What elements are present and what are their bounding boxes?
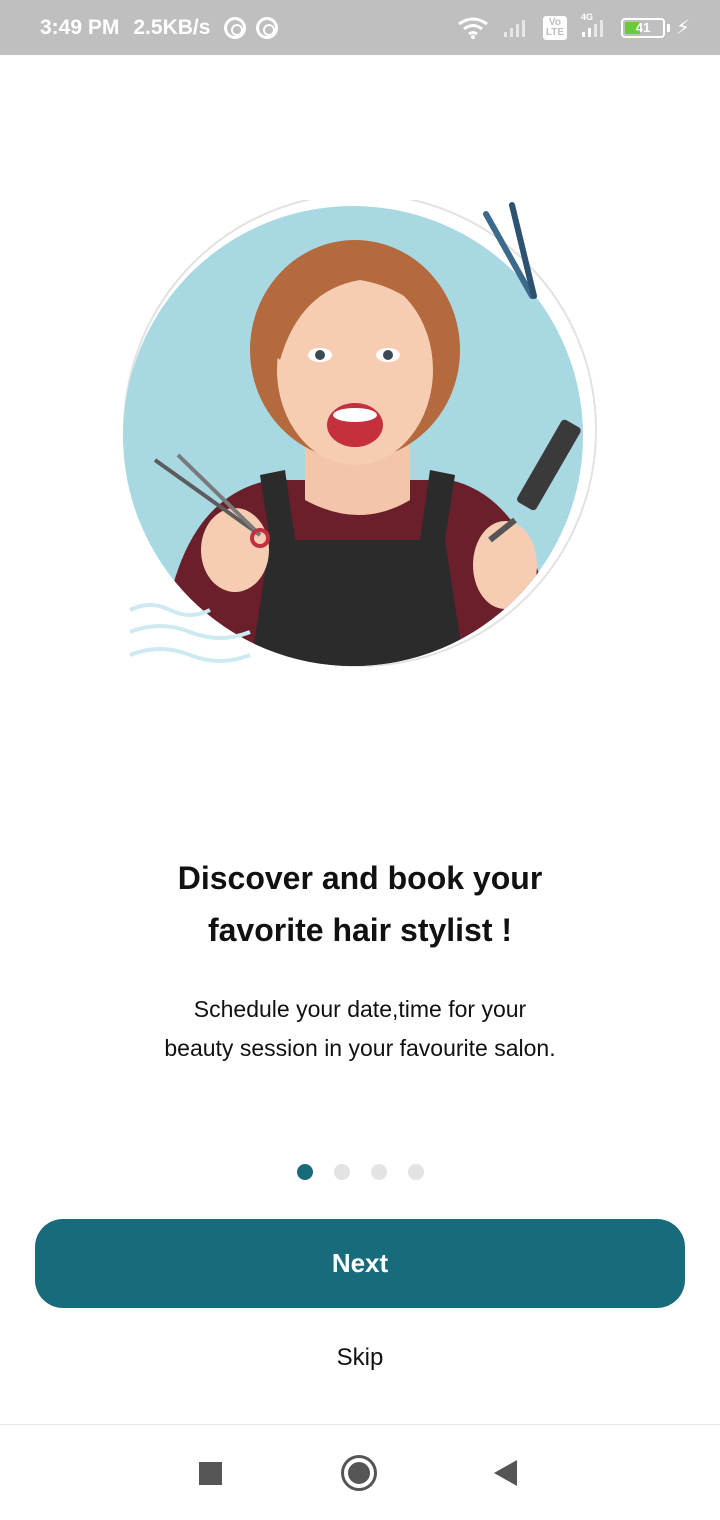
status-time: 3:49 PM [40, 15, 120, 39]
status-indicators: Vo LTE 4G 41 ⚡ [457, 0, 690, 55]
signal-icon [503, 18, 529, 38]
page-indicator [0, 1164, 720, 1180]
battery-tip [666, 23, 670, 32]
signal-4g-icon: 4G [581, 12, 607, 38]
title-line-1: Discover and book your [177, 860, 543, 896]
sync-icon [256, 16, 279, 39]
recent-apps-icon[interactable] [199, 1462, 222, 1485]
page-dot [407, 1164, 424, 1180]
volte-icon: Vo LTE [542, 15, 567, 40]
wifi-icon [457, 17, 489, 39]
battery-icon: 41 [620, 17, 665, 38]
sync-icon [224, 16, 247, 39]
battery-level: 41 [635, 20, 651, 35]
page-dot [296, 1164, 313, 1180]
status-bar: 3:49 PM 2.5KB/s Vo LTE 4G 41 ⚡ [0, 0, 720, 55]
page-dot [370, 1164, 387, 1180]
subtitle-line-2: beauty session in your favourite salon. [164, 1035, 556, 1061]
system-nav-bar [0, 1424, 720, 1520]
charging-bolt-icon: ⚡ [675, 17, 690, 39]
hero-illustration [120, 193, 610, 680]
next-button[interactable]: Next [35, 1219, 685, 1308]
status-network-speed: 2.5KB/s [133, 15, 211, 39]
onboarding-title: Discover and book your favorite hair sty… [60, 852, 660, 956]
hairstylist-illustration [123, 193, 597, 667]
title-line-2: favorite hair stylist ! [207, 912, 513, 948]
skip-link[interactable]: Skip [260, 1336, 460, 1380]
onboarding-subtitle: Schedule your date,time for your beauty … [60, 990, 660, 1068]
page-dot [333, 1164, 350, 1180]
back-icon[interactable] [494, 1460, 517, 1486]
subtitle-line-1: Schedule your date,time for your [193, 996, 527, 1022]
home-icon[interactable] [341, 1455, 377, 1491]
network-type-label: 4G [580, 11, 593, 22]
